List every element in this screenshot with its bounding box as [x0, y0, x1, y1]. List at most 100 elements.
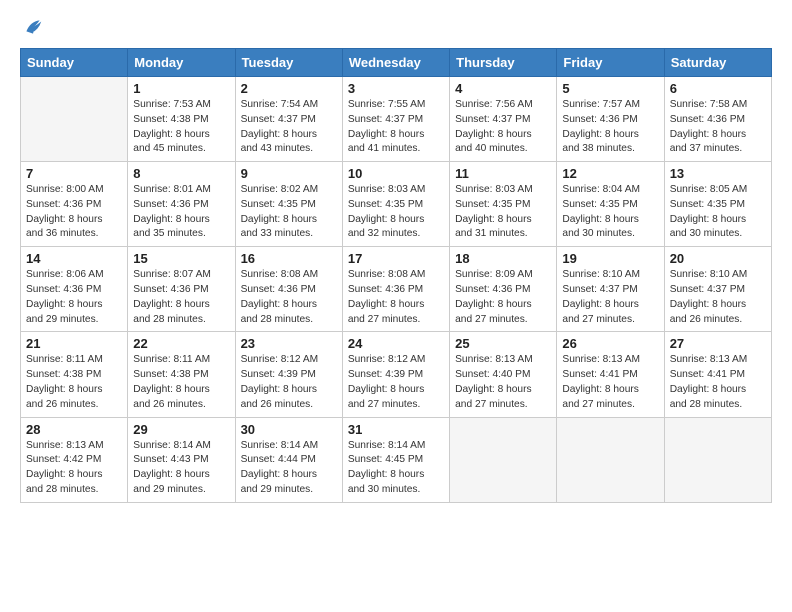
day-number: 13	[670, 166, 766, 181]
calendar-cell: 27 Sunrise: 8:13 AMSunset: 4:41 PMDayligh…	[664, 332, 771, 417]
day-info: Sunrise: 8:13 AMSunset: 4:41 PMDaylight:…	[670, 353, 766, 412]
calendar-cell: 2 Sunrise: 7:54 AMSunset: 4:37 PMDaylight…	[235, 77, 342, 162]
day-info: Sunrise: 7:54 AMSunset: 4:37 PMDaylight:…	[241, 98, 337, 157]
calendar-cell: 13Sunrise: 8:05 AMSunset: 4:35 PMDayligh…	[664, 162, 771, 247]
day-number: 9	[241, 166, 337, 181]
day-number: 6	[670, 81, 766, 96]
calendar-cell: 23Sunrise: 8:12 AMSunset: 4:39 PMDayligh…	[235, 332, 342, 417]
day-number: 10	[348, 166, 444, 181]
calendar-cell: 18Sunrise: 8:09 AMSunset: 4:36 PMDayligh…	[450, 247, 557, 332]
calendar-cell: 8 Sunrise: 8:01 AMSunset: 4:36 PMDaylight…	[128, 162, 235, 247]
day-info: Sunrise: 8:06 AMSunset: 4:36 PMDaylight:…	[26, 268, 122, 327]
calendar-week-row: 1 Sunrise: 7:53 AMSunset: 4:38 PMDaylight…	[21, 77, 772, 162]
weekday-header: Monday	[128, 49, 235, 77]
calendar-cell: 6 Sunrise: 7:58 AMSunset: 4:36 PMDaylight…	[664, 77, 771, 162]
calendar-cell: 14Sunrise: 8:06 AMSunset: 4:36 PMDayligh…	[21, 247, 128, 332]
day-info: Sunrise: 8:13 AMSunset: 4:42 PMDaylight:…	[26, 439, 122, 498]
day-number: 27	[670, 336, 766, 351]
day-info: Sunrise: 8:03 AMSunset: 4:35 PMDaylight:…	[348, 183, 444, 242]
day-number: 31	[348, 422, 444, 437]
calendar-cell: 20 Sunrise: 8:10 AMSunset: 4:37 PMDayligh…	[664, 247, 771, 332]
calendar-cell: 28Sunrise: 8:13 AMSunset: 4:42 PMDayligh…	[21, 417, 128, 502]
day-number: 8	[133, 166, 229, 181]
calendar-cell: 16 Sunrise: 8:08 AMSunset: 4:36 PMDayligh…	[235, 247, 342, 332]
day-info: Sunrise: 8:12 AMSunset: 4:39 PMDaylight:…	[348, 353, 444, 412]
calendar-header-row: SundayMondayTuesdayWednesdayThursdayFrid…	[21, 49, 772, 77]
weekday-header: Thursday	[450, 49, 557, 77]
calendar-cell: 10 Sunrise: 8:03 AMSunset: 4:35 PMDayligh…	[342, 162, 449, 247]
day-info: Sunrise: 8:00 AMSunset: 4:36 PMDaylight:…	[26, 183, 122, 242]
logo	[20, 16, 44, 38]
page-container: SundayMondayTuesdayWednesdayThursdayFrid…	[0, 0, 792, 513]
calendar-table: SundayMondayTuesdayWednesdayThursdayFrid…	[20, 48, 772, 503]
calendar-cell: 31 Sunrise: 8:14 AMSunset: 4:45 PMDayligh…	[342, 417, 449, 502]
day-number: 20	[670, 251, 766, 266]
logo-bird-icon	[22, 16, 44, 38]
calendar-week-row: 28Sunrise: 8:13 AMSunset: 4:42 PMDayligh…	[21, 417, 772, 502]
calendar-cell: 5 Sunrise: 7:57 AMSunset: 4:36 PMDaylight…	[557, 77, 664, 162]
calendar-cell: 19Sunrise: 8:10 AMSunset: 4:37 PMDayligh…	[557, 247, 664, 332]
calendar-cell	[664, 417, 771, 502]
day-number: 22	[133, 336, 229, 351]
calendar-cell: 12Sunrise: 8:04 AMSunset: 4:35 PMDayligh…	[557, 162, 664, 247]
weekday-header: Saturday	[664, 49, 771, 77]
day-info: Sunrise: 8:08 AMSunset: 4:36 PMDaylight:…	[241, 268, 337, 327]
day-info: Sunrise: 8:13 AMSunset: 4:40 PMDaylight:…	[455, 353, 551, 412]
day-info: Sunrise: 8:11 AMSunset: 4:38 PMDaylight:…	[133, 353, 229, 412]
day-number: 7	[26, 166, 122, 181]
calendar-cell: 7 Sunrise: 8:00 AMSunset: 4:36 PMDaylight…	[21, 162, 128, 247]
day-number: 17	[348, 251, 444, 266]
day-number: 30	[241, 422, 337, 437]
day-number: 16	[241, 251, 337, 266]
calendar-cell: 1 Sunrise: 7:53 AMSunset: 4:38 PMDaylight…	[128, 77, 235, 162]
day-info: Sunrise: 8:07 AMSunset: 4:36 PMDaylight:…	[133, 268, 229, 327]
calendar-cell: 21 Sunrise: 8:11 AMSunset: 4:38 PMDayligh…	[21, 332, 128, 417]
calendar-cell	[21, 77, 128, 162]
weekday-header: Friday	[557, 49, 664, 77]
calendar-week-row: 21 Sunrise: 8:11 AMSunset: 4:38 PMDayligh…	[21, 332, 772, 417]
day-number: 19	[562, 251, 658, 266]
day-number: 18	[455, 251, 551, 266]
day-info: Sunrise: 8:14 AMSunset: 4:43 PMDaylight:…	[133, 439, 229, 498]
day-info: Sunrise: 7:53 AMSunset: 4:38 PMDaylight:…	[133, 98, 229, 157]
day-info: Sunrise: 8:14 AMSunset: 4:45 PMDaylight:…	[348, 439, 444, 498]
calendar-cell	[557, 417, 664, 502]
day-number: 23	[241, 336, 337, 351]
day-info: Sunrise: 8:11 AMSunset: 4:38 PMDaylight:…	[26, 353, 122, 412]
day-info: Sunrise: 8:04 AMSunset: 4:35 PMDaylight:…	[562, 183, 658, 242]
calendar-week-row: 14Sunrise: 8:06 AMSunset: 4:36 PMDayligh…	[21, 247, 772, 332]
day-info: Sunrise: 8:08 AMSunset: 4:36 PMDaylight:…	[348, 268, 444, 327]
day-number: 15	[133, 251, 229, 266]
header	[20, 16, 772, 38]
calendar-cell	[450, 417, 557, 502]
day-info: Sunrise: 8:13 AMSunset: 4:41 PMDaylight:…	[562, 353, 658, 412]
day-info: Sunrise: 7:57 AMSunset: 4:36 PMDaylight:…	[562, 98, 658, 157]
day-number: 5	[562, 81, 658, 96]
day-number: 26	[562, 336, 658, 351]
day-info: Sunrise: 8:10 AMSunset: 4:37 PMDaylight:…	[670, 268, 766, 327]
calendar-cell: 17 Sunrise: 8:08 AMSunset: 4:36 PMDayligh…	[342, 247, 449, 332]
day-number: 25	[455, 336, 551, 351]
day-number: 3	[348, 81, 444, 96]
calendar-cell: 30 Sunrise: 8:14 AMSunset: 4:44 PMDayligh…	[235, 417, 342, 502]
calendar-cell: 22 Sunrise: 8:11 AMSunset: 4:38 PMDayligh…	[128, 332, 235, 417]
day-number: 2	[241, 81, 337, 96]
calendar-cell: 29 Sunrise: 8:14 AMSunset: 4:43 PMDayligh…	[128, 417, 235, 502]
calendar-cell: 15 Sunrise: 8:07 AMSunset: 4:36 PMDayligh…	[128, 247, 235, 332]
day-number: 4	[455, 81, 551, 96]
calendar-week-row: 7 Sunrise: 8:00 AMSunset: 4:36 PMDaylight…	[21, 162, 772, 247]
calendar-cell: 3 Sunrise: 7:55 AMSunset: 4:37 PMDaylight…	[342, 77, 449, 162]
calendar-cell: 26 Sunrise: 8:13 AMSunset: 4:41 PMDayligh…	[557, 332, 664, 417]
day-number: 24	[348, 336, 444, 351]
day-number: 1	[133, 81, 229, 96]
calendar-cell: 11Sunrise: 8:03 AMSunset: 4:35 PMDayligh…	[450, 162, 557, 247]
calendar-cell: 9Sunrise: 8:02 AMSunset: 4:35 PMDaylight…	[235, 162, 342, 247]
day-info: Sunrise: 8:14 AMSunset: 4:44 PMDaylight:…	[241, 439, 337, 498]
calendar-cell: 25 Sunrise: 8:13 AMSunset: 4:40 PMDayligh…	[450, 332, 557, 417]
day-info: Sunrise: 7:58 AMSunset: 4:36 PMDaylight:…	[670, 98, 766, 157]
day-number: 29	[133, 422, 229, 437]
day-number: 21	[26, 336, 122, 351]
day-info: Sunrise: 8:01 AMSunset: 4:36 PMDaylight:…	[133, 183, 229, 242]
day-info: Sunrise: 8:03 AMSunset: 4:35 PMDaylight:…	[455, 183, 551, 242]
day-info: Sunrise: 7:55 AMSunset: 4:37 PMDaylight:…	[348, 98, 444, 157]
